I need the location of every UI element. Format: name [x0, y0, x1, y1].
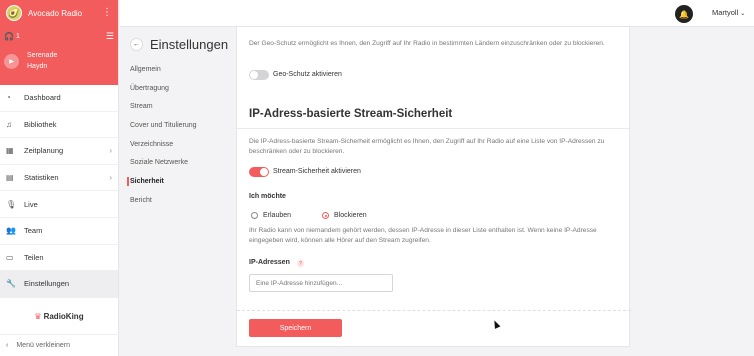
settings-item-allgemein[interactable]: Allgemein — [130, 60, 197, 79]
stream-security-toggle[interactable] — [249, 167, 269, 177]
settings-item-uebertragung[interactable]: Übertragung — [130, 79, 197, 98]
ip-field-label: IP-Adressen — [249, 259, 290, 266]
play-button[interactable]: ▶ — [4, 53, 19, 69]
chevron-right-icon: › — [109, 146, 112, 156]
station-header[interactable]: 🥑 Avocado Radio ⋮ — [0, 0, 118, 26]
ip-info-text: Ihr Radio kann von niemandem gehört werd… — [249, 227, 597, 244]
geo-toggle[interactable] — [249, 70, 269, 80]
geo-toggle-label: Geo-Schutz aktivieren — [273, 71, 342, 78]
section-divider — [237, 128, 631, 129]
nav-item-zeitplanung[interactable]: ▦ Zeitplanung › — [0, 138, 118, 165]
dashed-divider — [237, 310, 631, 311]
sidebar-header: 🥑 Avocado Radio ⋮ 🎧 1 ☰ ▶ Serenade Haydn — [0, 0, 118, 85]
now-playing: ▶ Serenade Haydn — [0, 46, 118, 76]
radioking-logo: ♛ RadioKing — [34, 312, 84, 322]
ip-description: Die IP-Adress-basierte Stream-Sicherheit… — [249, 138, 605, 155]
page-title: Einstellungen — [150, 37, 229, 52]
nav-item-teilen[interactable]: ▭ Teilen — [0, 245, 118, 272]
chevron-left-icon: ‹ — [6, 342, 9, 349]
settings-item-soziale-netzwerke[interactable]: Soziale Netzwerke — [130, 153, 197, 172]
station-logo-icon: 🥑 — [6, 5, 22, 21]
ip-section-heading: IP-Adress-basierte Stream-Sicherheit — [249, 108, 453, 120]
settings-item-sicherheit[interactable]: Sicherheit — [127, 172, 197, 191]
main-nav: ◔ Dashboard ♫ Bibliothek ▦ Zeitplanung › ▤ St… — [0, 85, 118, 298]
chevron-right-icon: › — [109, 173, 112, 183]
sidebar: 🥑 Avocado Radio ⋮ 🎧 1 ☰ ▶ Serenade Haydn… — [0, 0, 119, 356]
crown-icon: ♛ — [34, 312, 42, 322]
queue-icon[interactable]: ☰ — [106, 31, 114, 42]
microphone-icon: 🎙 — [6, 199, 17, 209]
settings-item-bericht[interactable]: Bericht — [130, 191, 197, 210]
help-icon[interactable]: ? — [297, 260, 304, 267]
nav-item-einstellungen[interactable]: 🔧 Einstellungen — [0, 271, 118, 298]
user-name: Martyoll — [712, 8, 739, 17]
nav-item-statistiken[interactable]: ▤ Statistiken › — [0, 165, 118, 192]
team-icon: 👥 — [6, 226, 16, 236]
radio-erlauben[interactable] — [251, 212, 258, 219]
radio-erlauben-label[interactable]: Erlauben — [263, 212, 291, 219]
settings-item-verzeichnisse[interactable]: Verzeichnisse — [130, 135, 197, 154]
settings-header: ← Einstellungen — [130, 37, 228, 52]
nav-item-live[interactable]: 🎙 Live — [0, 191, 118, 218]
bell-icon[interactable]: 🔔 — [675, 5, 693, 23]
nav-item-bibliothek[interactable]: ♫ Bibliothek — [0, 112, 118, 139]
radio-blockieren[interactable] — [322, 212, 329, 219]
dashboard-icon: ◔ — [6, 93, 11, 103]
chart-icon: ▤ — [6, 173, 14, 183]
radio-blockieren-label[interactable]: Blockieren — [334, 212, 367, 219]
settings-item-cover[interactable]: Cover und Titulierung — [130, 116, 197, 135]
chevron-down-icon: ⌄ — [740, 11, 746, 17]
share-icon: ▭ — [6, 252, 14, 262]
user-menu[interactable]: Martyoll ⌄ — [712, 8, 745, 17]
top-bar: 🔔 Martyoll ⌄ — [120, 0, 754, 27]
settings-menu: Allgemein Übertragung Stream Cover und T… — [127, 60, 197, 210]
stream-security-toggle-label: Stream-Sicherheit aktivieren — [273, 168, 361, 175]
listeners-row: 🎧 1 ☰ — [0, 26, 118, 46]
wrench-icon: 🔧 — [6, 279, 16, 289]
choice-label: Ich möchte — [249, 193, 286, 200]
nav-item-team[interactable]: 👥 Team — [0, 218, 118, 245]
more-options-icon[interactable]: ⋮ — [102, 8, 112, 18]
ip-address-input[interactable] — [249, 274, 393, 292]
listener-count: 1 — [15, 32, 20, 40]
nav-item-dashboard[interactable]: ◔ Dashboard — [0, 85, 118, 112]
station-name: Avocado Radio — [28, 8, 83, 18]
headphones-icon: 🎧 — [4, 31, 14, 41]
geo-description: Der Geo-Schutz ermöglicht es Ihnen, den … — [249, 40, 605, 47]
track-artist: Haydn — [27, 63, 48, 70]
track-title: Serenade — [27, 52, 58, 59]
back-arrow-icon[interactable]: ← — [130, 38, 143, 51]
security-settings-card: Der Geo-Schutz ermöglicht es Ihnen, den … — [236, 27, 631, 347]
save-button[interactable]: Speichern — [249, 319, 342, 337]
calendar-icon: ▦ — [6, 146, 14, 156]
collapse-menu-button[interactable]: ‹ Menü verkleinern — [0, 334, 119, 356]
settings-item-stream[interactable]: Stream — [130, 97, 197, 116]
music-note-icon: ♫ — [6, 119, 12, 129]
